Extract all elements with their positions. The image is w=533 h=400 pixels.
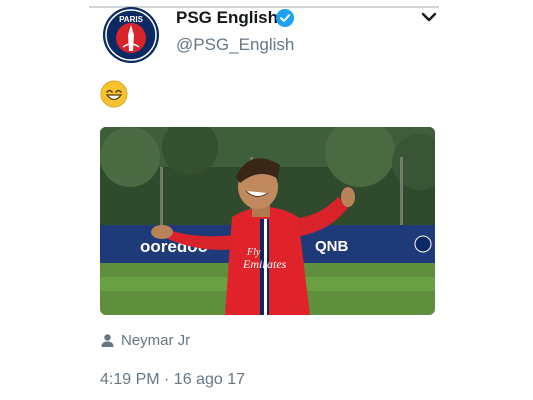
- person-tag-icon: [101, 333, 114, 347]
- tagged-person[interactable]: Neymar Jr: [100, 330, 190, 350]
- display-name[interactable]: PSG English: [176, 8, 278, 28]
- tweet-timestamp[interactable]: 4:19 PM · 16 ago 17: [100, 371, 245, 389]
- chevron-down-icon[interactable]: [421, 11, 437, 23]
- psg-crest-logo: PARIS: [103, 7, 159, 63]
- tweet-photo[interactable]: ooredoo QNB Fly Emirates: [100, 127, 435, 315]
- tagged-person-name: Neymar Jr: [121, 331, 191, 349]
- crest-text: PARIS: [119, 15, 144, 24]
- avatar[interactable]: PARIS: [103, 7, 159, 63]
- jersey-sponsor-line2: Emirates: [242, 257, 287, 271]
- verified-badge-icon: [276, 9, 294, 27]
- board-sponsor-right: QNB: [315, 238, 349, 255]
- grinning-face-emoji: [100, 80, 128, 108]
- photo-scene: ooredoo QNB Fly Emirates: [100, 127, 435, 315]
- user-handle[interactable]: @PSG_English: [176, 35, 294, 55]
